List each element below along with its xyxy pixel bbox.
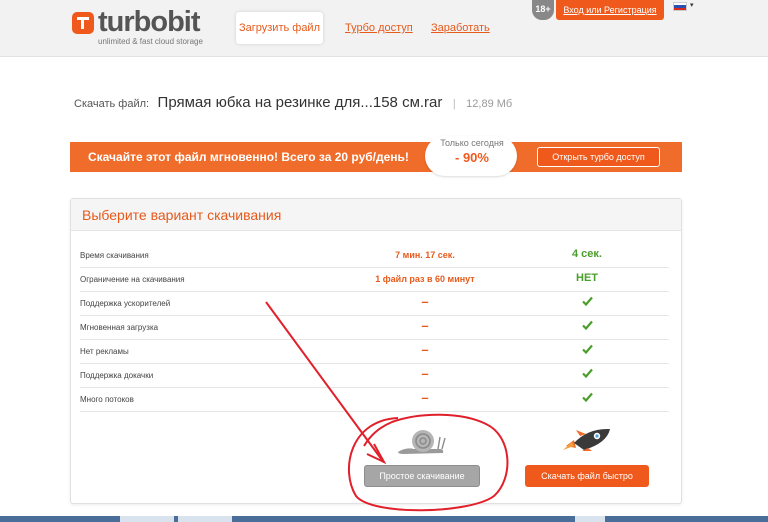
- row-label: Мгновенная загрузка: [80, 323, 159, 332]
- login-register-button[interactable]: Вход или Регистрация: [556, 0, 664, 20]
- promo-cloud: Только сегодня - 90%: [425, 136, 517, 176]
- file-name: Прямая юбка на резинке для...158 см.rar: [157, 94, 443, 111]
- open-turbo-access-button[interactable]: Открыть турбо доступ: [537, 147, 660, 167]
- row-label: Нет рекламы: [80, 347, 129, 356]
- check-icon: [537, 320, 637, 333]
- turbobit-logo[interactable]: turbobit unlimited & fast cloud storage: [72, 6, 232, 48]
- table-row: Ограничение на скачивания 1 файл раз в 6…: [80, 268, 669, 292]
- row-label: Поддержка докачки: [80, 371, 154, 380]
- check-icon: [537, 368, 637, 381]
- logo-mark-icon: [72, 12, 94, 34]
- table-row: Нет рекламы –: [80, 340, 669, 364]
- logo-text: turbobit: [98, 6, 201, 38]
- row-label: Ограничение на скачивания: [80, 275, 185, 284]
- check-icon: [537, 344, 637, 357]
- simple-download-button[interactable]: Простое скачивание: [364, 465, 480, 487]
- free-value: –: [421, 342, 429, 357]
- row-label: Поддержка ускорителей: [80, 299, 171, 308]
- free-value: –: [421, 318, 429, 333]
- table-row: Время скачивания 7 мин. 17 сек. 4 сек.: [80, 244, 669, 268]
- download-options-panel: Выберите вариант скачивания Время скачив…: [70, 198, 682, 504]
- os-taskbar: [0, 516, 768, 522]
- nav-turbo-access[interactable]: Турбо доступ: [345, 22, 413, 34]
- site-header: turbobit unlimited & fast cloud storage …: [0, 0, 768, 57]
- turbo-value: 4 сек.: [572, 248, 602, 260]
- table-row: Поддержка ускорителей –: [80, 292, 669, 316]
- banner-text: Скачайте этот файл мгновенно! Всего за 2…: [88, 150, 409, 164]
- free-value: 7 мин. 17 сек.: [395, 250, 455, 260]
- table-row: Поддержка докачки –: [80, 364, 669, 388]
- file-separator: |: [452, 98, 456, 110]
- rocket-icon: [563, 428, 610, 451]
- panel-header: Выберите вариант скачивания: [71, 199, 681, 231]
- promo-today: Только сегодня: [440, 138, 504, 148]
- table-row: Много потоков –: [80, 388, 669, 412]
- free-value: –: [421, 390, 429, 405]
- file-info: Скачать файл: Прямая юбка на резинке для…: [74, 94, 694, 114]
- snail-icon: [398, 430, 446, 454]
- panel-title: Выберите вариант скачивания: [82, 207, 282, 223]
- free-value: –: [421, 366, 429, 381]
- free-value: –: [421, 294, 429, 309]
- row-label: Время скачивания: [80, 251, 149, 260]
- logo-tagline: unlimited & fast cloud storage: [98, 37, 203, 46]
- free-value: 1 файл раз в 60 минут: [375, 274, 475, 284]
- file-size: 12,89 Мб: [466, 98, 513, 110]
- check-icon: [537, 296, 637, 309]
- age-badge: 18+: [532, 0, 554, 20]
- row-label: Много потоков: [80, 395, 134, 404]
- fast-download-button[interactable]: Скачать файл быстро: [525, 465, 649, 487]
- nav-upload-file[interactable]: Загрузить файл: [236, 12, 323, 44]
- file-label: Скачать файл:: [74, 98, 150, 110]
- table-row: Мгновенная загрузка –: [80, 316, 669, 340]
- turbo-value: НЕТ: [576, 272, 598, 284]
- check-icon: [537, 392, 637, 405]
- nav-earn[interactable]: Заработать: [431, 22, 490, 34]
- turbo-promo-banner: Скачайте этот файл мгновенно! Всего за 2…: [70, 136, 682, 176]
- russian-flag-icon[interactable]: [673, 2, 687, 11]
- promo-discount: - 90%: [455, 150, 489, 165]
- chevron-down-icon[interactable]: ▾: [690, 1, 694, 9]
